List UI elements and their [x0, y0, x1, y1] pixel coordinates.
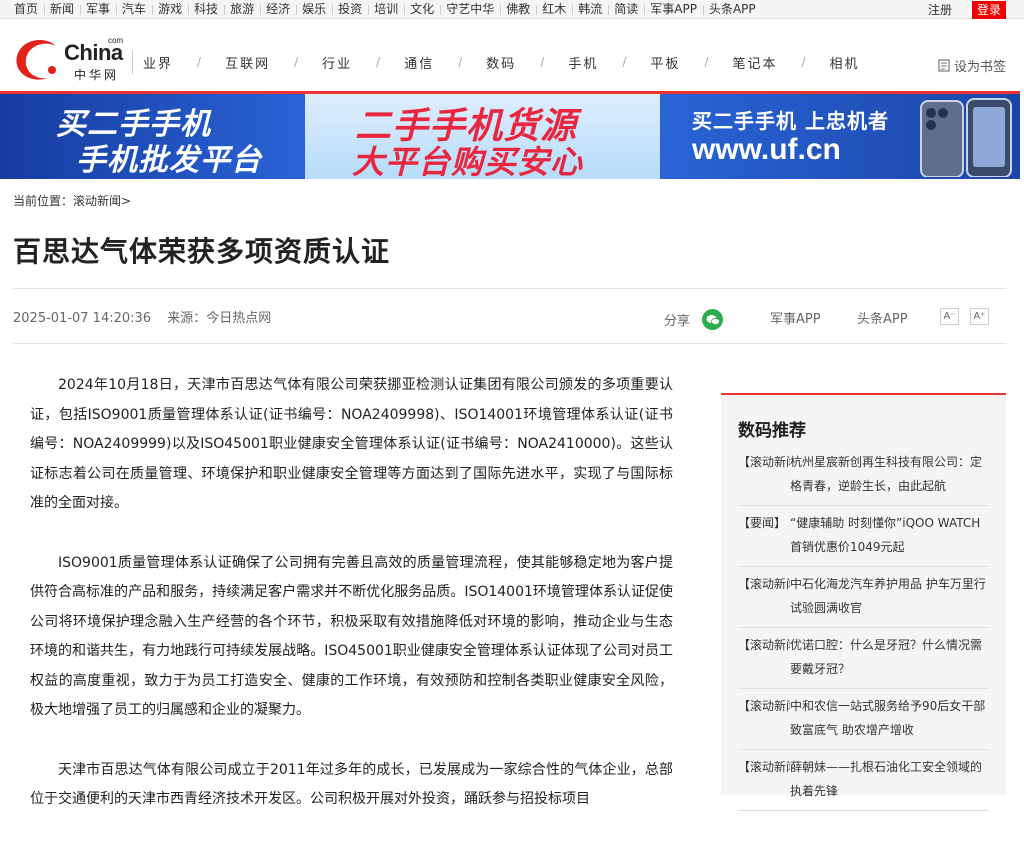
recommend-tag: 【滚动新闻】: [738, 638, 790, 652]
recommend-item[interactable]: 【滚动新闻】优诺口腔：什么是牙冠？什么情况需要戴牙冠？: [738, 628, 989, 689]
publish-date: 2025-01-07 14:20:36: [13, 311, 152, 326]
channel-industry[interactable]: 业界: [133, 53, 183, 72]
top-nav-games[interactable]: 游戏: [152, 0, 188, 19]
recommend-tag: 【滚动新闻】: [738, 455, 790, 469]
channel-digital[interactable]: 数码: [476, 53, 526, 72]
top-nav-home[interactable]: 首页: [8, 0, 44, 19]
top-nav-heritage[interactable]: 守艺中华: [440, 0, 500, 19]
channel-cameras[interactable]: 相机: [820, 53, 870, 72]
share-label: 分享: [664, 314, 691, 329]
channel-telecom[interactable]: 通信: [394, 53, 444, 72]
nav-separator: /: [622, 55, 627, 69]
logo-chinese-name: 中华网: [74, 68, 120, 82]
bookmark-icon: [938, 59, 950, 72]
sidebar-title: 数码推荐: [738, 421, 806, 441]
article-paragraph: ISO9001质量管理体系认证确保了公司拥有完善且高效的质量管理流程，使其能够稳…: [30, 554, 673, 719]
nav-separator: /: [801, 55, 806, 69]
register-link[interactable]: 注册: [928, 1, 952, 18]
top-nav-military-app[interactable]: 军事APP: [644, 0, 703, 19]
article-paragraph: 天津市百思达气体有限公司成立于2011年过多年的成长，已发展成为一家综合性的气体…: [30, 761, 673, 808]
account-links: 注册 登录: [928, 0, 1024, 19]
channel-tablets[interactable]: 平板: [640, 53, 690, 72]
recommend-text: 中和农信一站式服务给予90后女干部致富底气 助农增产增收: [790, 699, 986, 737]
logo-com: com: [108, 36, 124, 45]
channel-internet[interactable]: 互联网: [215, 53, 280, 72]
top-nav-military[interactable]: 军事: [80, 0, 116, 19]
top-nav-korean-wave[interactable]: 韩流: [572, 0, 608, 19]
recommend-tag: 【滚动新闻】: [738, 577, 790, 591]
military-app-link[interactable]: 军事APP: [770, 308, 821, 327]
article-meta: 2025-01-07 14:20:36 来源：今日热点网: [13, 307, 271, 326]
font-decrease-button[interactable]: A⁻: [940, 308, 959, 325]
top-nav-economy[interactable]: 经济: [260, 0, 296, 19]
channel-sector[interactable]: 行业: [312, 53, 362, 72]
article-paragraph: 2024年10月18日，天津市百思达气体有限公司荣获挪亚检测认证集团有限公司颁发…: [30, 377, 673, 511]
channel-nav: 业界 / 互联网 / 行业 / 通信 / 数码 / 手机 / 平板 / 笔记本 / 相机: [132, 50, 870, 74]
font-increase-button[interactable]: A⁺: [970, 308, 989, 325]
banner-left-line2: 手机批发平台: [76, 143, 262, 178]
top-nav-rosewood[interactable]: 红木: [536, 0, 572, 19]
top-nav-auto[interactable]: 汽车: [116, 0, 152, 19]
nav-separator: /: [376, 55, 381, 69]
recommend-text: 中石化海龙汽车养护用品 护车万里行试验圆满收官: [790, 577, 986, 615]
recommend-text: 优诺口腔：什么是牙冠？什么情况需要戴牙冠？: [790, 638, 983, 676]
recommend-item[interactable]: 【滚动新闻】中石化海龙汽车养护用品 护车万里行试验圆满收官: [738, 567, 989, 628]
nav-separator: /: [540, 55, 545, 69]
top-nav-investment[interactable]: 投资: [332, 0, 368, 19]
channel-laptops[interactable]: 笔记本: [722, 53, 787, 72]
recommend-text: 薛朝妹——扎根石油化工安全领域的执着先锋: [790, 760, 983, 798]
bookmark-label: 设为书签: [953, 60, 1006, 75]
recommend-item[interactable]: 【要闻】 “健康辅助 时刻懂你”iQOO WATCH首销优惠价1049元起: [738, 506, 989, 567]
top-nav-travel[interactable]: 旅游: [224, 0, 260, 19]
divider: [13, 288, 1006, 289]
article-body: 2024年10月18日，天津市百思达气体有限公司荣获挪亚检测认证集团有限公司颁发…: [30, 371, 673, 845]
banner-right-line1: 买二手手机 上忠机者: [692, 109, 889, 133]
headline-app-link[interactable]: 头条APP: [857, 308, 908, 327]
recommend-item[interactable]: 【滚动新闻】薛朝妹——扎根石油化工安全领域的执着先锋: [738, 750, 989, 811]
recommend-tag: 【要闻】: [738, 516, 787, 530]
top-nav-news[interactable]: 新闻: [44, 0, 80, 19]
recommend-list: 【滚动新闻】杭州星宸新创再生科技有限公司：定格青春，逆龄生长，由此起航 【要闻】…: [738, 445, 989, 811]
top-bar: 首页 新闻 军事 汽车 游戏 科技 旅游 经济 娱乐 投资 培训 文化 守艺中华…: [0, 0, 1024, 19]
wechat-share-icon[interactable]: [702, 309, 724, 330]
top-nav-headline-app[interactable]: 头条APP: [702, 0, 762, 19]
banner-center-line2: 大平台购买安心: [352, 143, 584, 179]
recommend-tag: 【滚动新闻】: [738, 760, 790, 774]
recommend-sidebar: 数码推荐 【滚动新闻】杭州星宸新创再生科技有限公司：定格青春，逆龄生长，由此起航…: [721, 393, 1006, 811]
bookmark-link[interactable]: 设为书签: [938, 56, 1006, 75]
recommend-item[interactable]: 【滚动新闻】中和农信一站式服务给予90后女干部致富底气 助农增产增收: [738, 689, 989, 750]
nav-separator: /: [704, 55, 709, 69]
recommend-text: 杭州星宸新创再生科技有限公司：定格青春，逆龄生长，由此起航: [790, 455, 983, 493]
channel-phones[interactable]: 手机: [558, 53, 608, 72]
top-nav-culture[interactable]: 文化: [404, 0, 440, 19]
logo-swoosh-icon: [16, 40, 56, 80]
top-nav: 首页 新闻 军事 汽车 游戏 科技 旅游 经济 娱乐 投资 培训 文化 守艺中华…: [8, 0, 762, 19]
nav-separator: /: [294, 55, 299, 69]
top-nav-brief-reads[interactable]: 简读: [608, 0, 644, 19]
breadcrumb[interactable]: 当前位置：滚动新闻>: [13, 192, 131, 209]
site-logo[interactable]: China com 中华网: [12, 34, 127, 86]
divider: [13, 343, 1006, 344]
ad-banner[interactable]: 买二手手机 手机批发平台 二手手机货源 大平台购买安心 买二手手机 上忠机者 w…: [0, 91, 1020, 179]
recommend-item[interactable]: 【滚动新闻】杭州星宸新创再生科技有限公司：定格青春，逆龄生长，由此起航: [738, 445, 989, 506]
site-header: China com 中华网 业界 / 互联网 / 行业 / 通信 / 数码 / 手机 / 平…: [0, 20, 1024, 90]
top-nav-training[interactable]: 培训: [368, 0, 404, 19]
nav-separator: /: [197, 55, 202, 69]
article-title: 百思达气体荣获多项资质认证: [13, 235, 391, 268]
share-control: 分享: [664, 309, 724, 330]
top-nav-tech[interactable]: 科技: [188, 0, 224, 19]
nav-separator: /: [458, 55, 463, 69]
top-nav-entertainment[interactable]: 娱乐: [296, 0, 332, 19]
article-source: 来源：今日热点网: [167, 311, 272, 326]
login-button[interactable]: 登录: [971, 0, 1006, 19]
phone-image-icon: [920, 98, 1012, 177]
banner-right-url: www.uf.cn: [692, 133, 841, 166]
recommend-tag: 【滚动新闻】: [738, 699, 790, 713]
banner-accent-line: [0, 91, 1020, 94]
recommend-text: “健康辅助 时刻懂你”iQOO WATCH首销优惠价1049元起: [790, 516, 981, 554]
top-nav-buddhism[interactable]: 佛教: [500, 0, 536, 19]
